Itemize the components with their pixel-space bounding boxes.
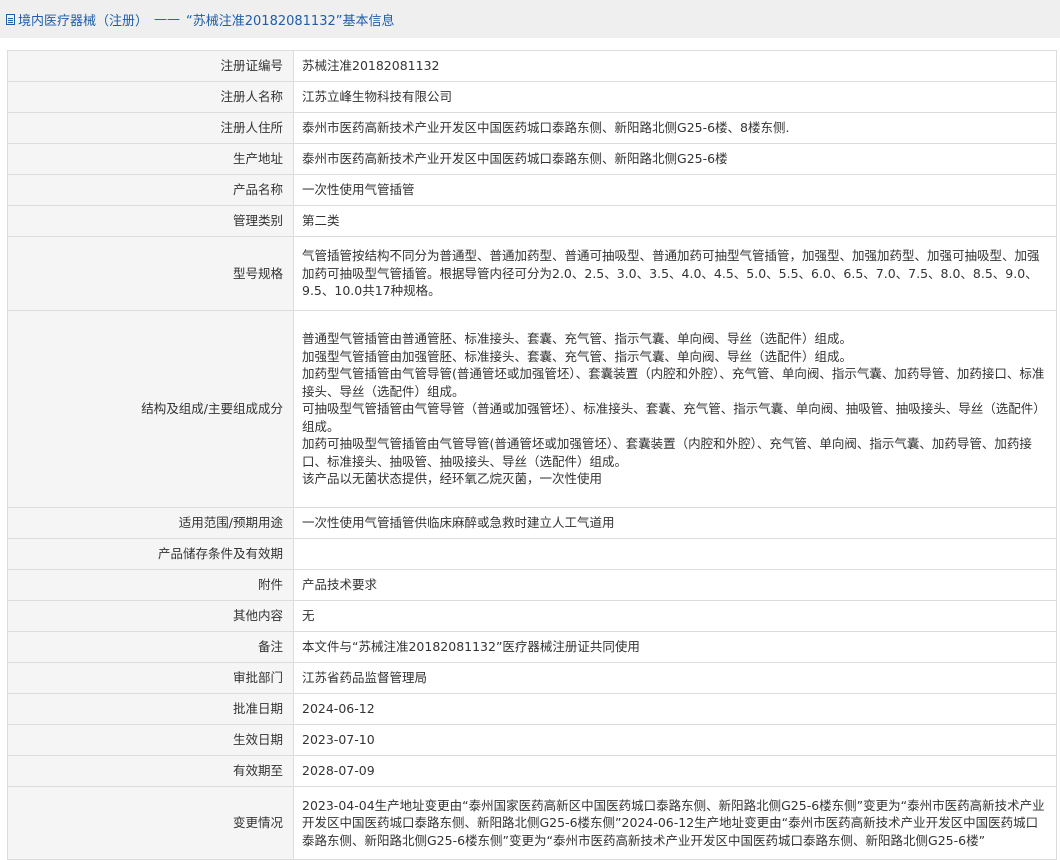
composition-line: 可抽吸型气管插管由气管导管（普通或加强管坯）、标准接头、套囊、充气管、指示气囊、… [302,401,1046,434]
page-header: 境内医疗器械（注册） —— “苏械注准20182081132”基本信息 [0,0,1060,38]
row-label: 注册人住所 [7,112,294,144]
row-label: 产品名称 [7,174,294,206]
row-value: 2024-06-12 [293,693,1057,725]
row-value [293,538,1057,570]
row-value: 普通型气管插管由普通管胚、标准接头、套囊、充气管、指示气囊、单向阀、导丝（选配件… [293,310,1057,508]
table-row: 结构及组成/主要组成成分 普通型气管插管由普通管胚、标准接头、套囊、充气管、指示… [7,310,1057,508]
row-value: 2028-07-09 [293,755,1057,787]
table-row: 生效日期 2023-07-10 [7,724,1057,756]
row-value: 一次性使用气管插管供临床麻醉或急救时建立人工气道用 [293,507,1057,539]
row-label: 审批部门 [7,662,294,694]
composition-line: 普通型气管插管由普通管胚、标准接头、套囊、充气管、指示气囊、单向阀、导丝（选配件… [302,331,853,347]
table-row: 注册人住所 泰州市医药高新技术产业开发区中国医药城口泰路东侧、新阳路北侧G25-… [7,112,1057,144]
row-label: 备注 [7,631,294,663]
table-row: 产品名称 一次性使用气管插管 [7,174,1057,206]
row-value: 产品技术要求 [293,569,1057,601]
row-value: 气管插管按结构不同分为普通型、普通加药型、普通可抽吸型、普通加药可抽型气管插管，… [293,236,1057,311]
row-label: 注册人名称 [7,81,294,113]
table-row: 批准日期 2024-06-12 [7,693,1057,725]
row-value: 泰州市医药高新技术产业开发区中国医药城口泰路东侧、新阳路北侧G25-6楼、8楼东… [293,112,1057,144]
composition-line: 加药可抽吸型气管插管由气管导管(普通管坯或加强管坯）、套囊装置（内腔和外腔）、充… [302,436,1032,469]
row-value: 江苏立峰生物科技有限公司 [293,81,1057,113]
row-value: 无 [293,600,1057,632]
row-value: 江苏省药品监督管理局 [293,662,1057,694]
row-label: 结构及组成/主要组成成分 [7,310,294,508]
table-row: 产品储存条件及有效期 [7,538,1057,570]
table-row: 变更情况 2023-04-04生产地址变更由“泰州国家医药高新区中国医药城口泰路… [7,786,1057,860]
row-value: 泰州市医药高新技术产业开发区中国医药城口泰路东侧、新阳路北侧G25-6楼 [293,143,1057,175]
row-label: 生效日期 [7,724,294,756]
row-label: 其他内容 [7,600,294,632]
table-row: 型号规格 气管插管按结构不同分为普通型、普通加药型、普通可抽吸型、普通加药可抽型… [7,236,1057,311]
row-label: 型号规格 [7,236,294,311]
table-row: 适用范围/预期用途 一次性使用气管插管供临床麻醉或急救时建立人工气道用 [7,507,1057,539]
table-row: 管理类别 第二类 [7,205,1057,237]
row-label: 适用范围/预期用途 [7,507,294,539]
row-label: 产品储存条件及有效期 [7,538,294,570]
composition-line: 该产品以无菌状态提供，经环氧乙烷灭菌，一次性使用 [302,471,603,487]
row-value: 苏械注准20182081132 [293,50,1057,82]
header-separator: —— [154,11,181,27]
row-label: 有效期至 [7,755,294,787]
table-row: 注册人名称 江苏立峰生物科技有限公司 [7,81,1057,113]
row-label: 管理类别 [7,205,294,237]
table-row: 生产地址 泰州市医药高新技术产业开发区中国医药城口泰路东侧、新阳路北侧G25-6… [7,143,1057,175]
header-category[interactable]: 境内医疗器械（注册） [18,10,148,29]
row-label: 附件 [7,569,294,601]
table-row: 审批部门 江苏省药品监督管理局 [7,662,1057,694]
composition-line: 加药型气管插管由气管导管(普通管坯或加强管坯）、套囊装置（内腔和外腔）、充气管、… [302,366,1045,399]
basic-info-table: 注册证编号 苏械注准20182081132 注册人名称 江苏立峰生物科技有限公司… [7,50,1057,860]
header-title: “苏械注准20182081132”基本信息 [186,13,395,29]
table-row: 备注 本文件与“苏械注准20182081132”医疗器械注册证共同使用 [7,631,1057,663]
table-row: 有效期至 2028-07-09 [7,755,1057,787]
row-value: 本文件与“苏械注准20182081132”医疗器械注册证共同使用 [293,631,1057,663]
row-value: 2023-07-10 [293,724,1057,756]
table-row: 附件 产品技术要求 [7,569,1057,601]
document-icon [6,14,15,25]
row-label: 变更情况 [7,786,294,860]
row-value: 第二类 [293,205,1057,237]
row-label: 生产地址 [7,143,294,175]
composition-line: 加强型气管插管由加强管胚、标准接头、套囊、充气管、指示气囊、单向阀、导丝（选配件… [302,348,853,364]
table-row: 其他内容 无 [7,600,1057,632]
table-row: 注册证编号 苏械注准20182081132 [7,50,1057,82]
row-label: 注册证编号 [7,50,294,82]
row-value: 一次性使用气管插管 [293,174,1057,206]
row-value: 2023-04-04生产地址变更由“泰州国家医药高新区中国医药城口泰路东侧、新阳… [293,786,1057,860]
row-label: 批准日期 [7,693,294,725]
